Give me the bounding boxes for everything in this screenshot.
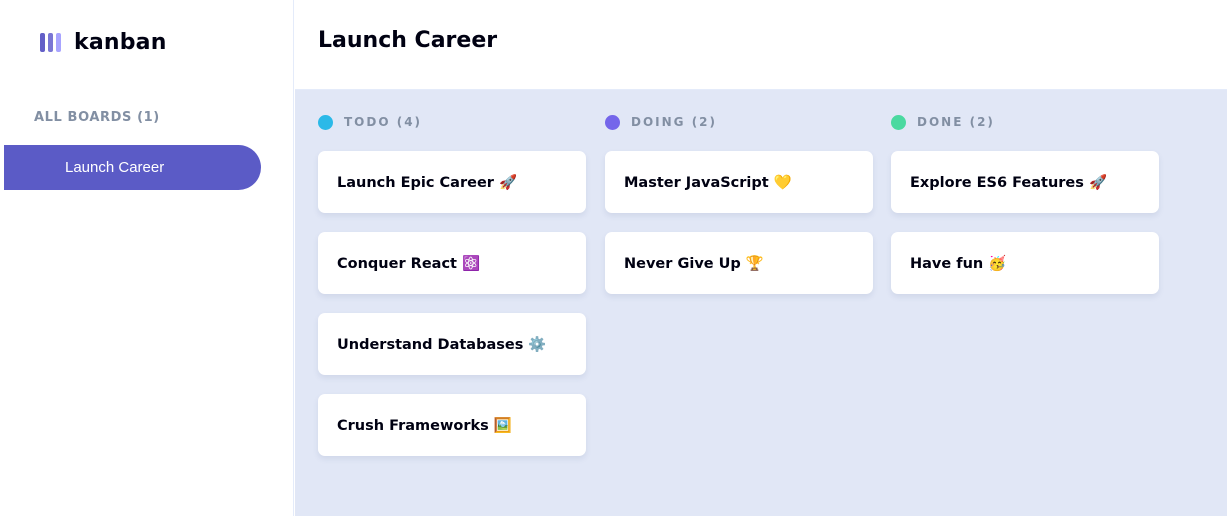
task-title: Understand Databases ⚙️ bbox=[337, 336, 547, 353]
column-label: TODO (4) bbox=[344, 115, 423, 129]
column-label: DOING (2) bbox=[631, 115, 718, 129]
page-title: Launch Career bbox=[318, 28, 498, 53]
board-area: TODO (4) Launch Epic Career 🚀 Conquer Re… bbox=[295, 90, 1227, 516]
task-card[interactable]: Never Give Up 🏆 bbox=[605, 232, 873, 294]
column-todo: TODO (4) Launch Epic Career 🚀 Conquer Re… bbox=[318, 114, 586, 475]
column-header: DOING (2) bbox=[605, 114, 873, 130]
task-title: Explore ES6 Features 🚀 bbox=[910, 174, 1107, 191]
logo-bar bbox=[56, 33, 61, 52]
column-doing: DOING (2) Master JavaScript 💛 Never Give… bbox=[605, 114, 873, 313]
sidebar: kanban ALL BOARDS (1) Launch Career bbox=[0, 0, 294, 516]
board-header: Launch Career bbox=[295, 0, 1227, 90]
column-header: DONE (2) bbox=[891, 114, 1159, 130]
app-logo[interactable]: kanban bbox=[40, 30, 167, 55]
board-item-label: Launch Career bbox=[65, 159, 165, 176]
task-card[interactable]: Explore ES6 Features 🚀 bbox=[891, 151, 1159, 213]
task-card[interactable]: Crush Frameworks 🖼️ bbox=[318, 394, 586, 456]
task-card[interactable]: Master JavaScript 💛 bbox=[605, 151, 873, 213]
all-boards-heading: ALL BOARDS (1) bbox=[34, 110, 160, 125]
task-card[interactable]: Launch Epic Career 🚀 bbox=[318, 151, 586, 213]
task-title: Master JavaScript 💛 bbox=[624, 174, 792, 191]
task-title: Never Give Up 🏆 bbox=[624, 255, 764, 272]
task-title: Conquer React ⚛️ bbox=[337, 255, 481, 272]
task-title: Launch Epic Career 🚀 bbox=[337, 174, 518, 191]
task-card[interactable]: Understand Databases ⚙️ bbox=[318, 313, 586, 375]
logo-bar bbox=[48, 33, 53, 52]
column-done: DONE (2) Explore ES6 Features 🚀 Have fun… bbox=[891, 114, 1159, 313]
kanban-logo-icon bbox=[40, 33, 61, 52]
sidebar-item-launch-career[interactable]: Launch Career bbox=[4, 145, 261, 190]
task-card[interactable]: Conquer React ⚛️ bbox=[318, 232, 586, 294]
logo-bar bbox=[40, 33, 45, 52]
column-header: TODO (4) bbox=[318, 114, 586, 130]
task-title: Have fun 🥳 bbox=[910, 255, 1007, 272]
task-title: Crush Frameworks 🖼️ bbox=[337, 417, 512, 434]
column-label: DONE (2) bbox=[917, 115, 995, 129]
task-card[interactable]: Have fun 🥳 bbox=[891, 232, 1159, 294]
column-status-dot bbox=[891, 114, 906, 130]
app-name: kanban bbox=[74, 30, 167, 55]
column-status-dot bbox=[605, 114, 620, 130]
column-status-dot bbox=[318, 114, 333, 130]
